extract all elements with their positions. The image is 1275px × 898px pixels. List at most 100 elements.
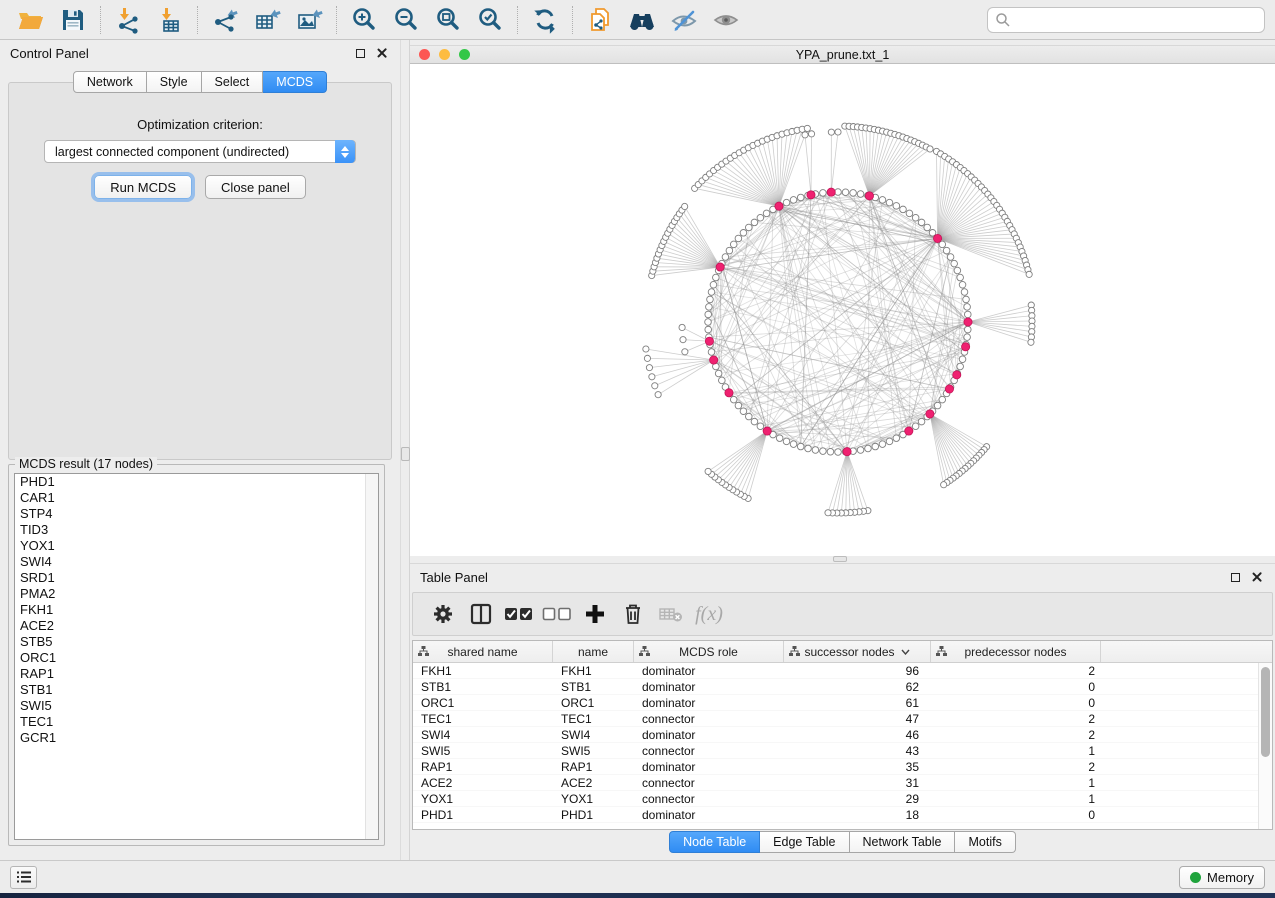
horizontal-splitter[interactable] (410, 556, 1275, 563)
mcds-result-item[interactable]: GCR1 (15, 730, 378, 746)
mcds-list-scrollbar[interactable] (365, 474, 378, 839)
delete-table-button (653, 596, 689, 632)
show-all-button[interactable] (705, 3, 747, 37)
cell-shared-name: SWI4 (413, 728, 553, 742)
mcds-result-item[interactable]: ACE2 (15, 618, 378, 634)
cell-name: SWI4 (553, 728, 634, 742)
table-tab-node-table[interactable]: Node Table (669, 831, 760, 853)
tab-select[interactable]: Select (202, 71, 264, 93)
delete-table-icon (658, 605, 684, 623)
memory-button[interactable]: Memory (1179, 866, 1265, 889)
table-row[interactable]: SWI4SWI4dominator462 (413, 727, 1258, 743)
split-view-button[interactable] (463, 596, 499, 632)
cell-predecessor-nodes: 1 (931, 776, 1101, 790)
new-network-from-selection-button[interactable] (579, 3, 621, 37)
column-header-shared-name[interactable]: shared name (413, 641, 553, 662)
delete-column-button[interactable] (615, 596, 651, 632)
column-header-predecessor-nodes[interactable]: predecessor nodes (931, 641, 1101, 662)
mcds-result-item[interactable]: RAP1 (15, 666, 378, 682)
search-icon (995, 12, 1011, 28)
deselect-all-button[interactable] (539, 596, 575, 632)
import-table-button[interactable] (149, 3, 191, 37)
table-panel-float-button[interactable] (1227, 569, 1243, 585)
zoom-selected-region-button[interactable] (469, 3, 511, 37)
import-network-icon (114, 6, 142, 34)
table-tab-network-table[interactable]: Network Table (850, 831, 956, 853)
table-tab-edge-table[interactable]: Edge Table (760, 831, 849, 853)
table-row[interactable]: FKH1FKH1dominator962 (413, 663, 1258, 679)
optimization-criterion-select[interactable]: largest connected component (undirected) (44, 140, 356, 163)
mcds-result-item[interactable]: TEC1 (15, 714, 378, 730)
zoom-fit-content-button[interactable] (427, 3, 469, 37)
zoom-in-button[interactable] (343, 3, 385, 37)
column-header-name[interactable]: name (553, 641, 634, 662)
cell-MCDS-role: dominator (634, 696, 784, 710)
network-canvas[interactable] (410, 64, 1275, 556)
table-row[interactable]: PHD1PHD1dominator180 (413, 807, 1258, 823)
table-row[interactable]: ACE2ACE2connector311 (413, 775, 1258, 791)
mcds-result-item[interactable]: PHD1 (15, 474, 378, 490)
mcds-result-item[interactable]: FKH1 (15, 602, 378, 618)
table-scrollbar[interactable] (1258, 663, 1272, 829)
mcds-result-item[interactable]: SWI5 (15, 698, 378, 714)
mcds-result-item[interactable]: SWI4 (15, 554, 378, 570)
column-type-icon (789, 646, 800, 657)
cell-shared-name: STB1 (413, 680, 553, 694)
zoom-out-button[interactable] (385, 3, 427, 37)
table-row[interactable]: SWI5SWI5connector431 (413, 743, 1258, 759)
mcds-result-item[interactable]: YOX1 (15, 538, 378, 554)
import-network-button[interactable] (107, 3, 149, 37)
vertical-splitter[interactable] (400, 40, 410, 860)
mcds-result-item[interactable]: TID3 (15, 522, 378, 538)
mcds-result-item[interactable]: PMA2 (15, 586, 378, 602)
tab-network[interactable]: Network (73, 71, 147, 93)
scrollbar-thumb[interactable] (1261, 667, 1270, 757)
export-image-button[interactable] (288, 3, 330, 37)
cell-shared-name: ACE2 (413, 776, 553, 790)
select-all-button[interactable] (501, 596, 537, 632)
control-panel-float-button[interactable] (352, 45, 368, 61)
mcds-result-item[interactable]: STP4 (15, 506, 378, 522)
column-header-successor-nodes[interactable]: successor nodes (784, 641, 931, 662)
column-settings-button[interactable] (425, 596, 461, 632)
mcds-result-item[interactable]: STB1 (15, 682, 378, 698)
network-area: YPA_prune.txt_1 Table Panel (410, 40, 1275, 860)
save-session-button[interactable] (52, 3, 94, 37)
close-panel-button[interactable]: Close panel (205, 175, 306, 199)
table-row[interactable]: STB1STB1dominator620 (413, 679, 1258, 695)
table-row[interactable]: RAP1RAP1dominator352 (413, 759, 1258, 775)
table-panel-close-button[interactable] (1249, 569, 1265, 585)
run-mcds-button[interactable]: Run MCDS (94, 175, 192, 199)
mcds-result-item[interactable]: ORC1 (15, 650, 378, 666)
show-panels-button[interactable] (10, 866, 37, 889)
mcds-result-item[interactable]: CAR1 (15, 490, 378, 506)
cell-shared-name: PHD1 (413, 808, 553, 822)
column-type-icon (639, 646, 650, 657)
export-table-button[interactable] (246, 3, 288, 37)
table-tab-motifs[interactable]: Motifs (955, 831, 1015, 853)
mcds-result-item[interactable]: STB5 (15, 634, 378, 650)
tab-mcds[interactable]: MCDS (263, 71, 327, 93)
mcds-result-list[interactable]: PHD1CAR1STP4TID3YOX1SWI4SRD1PMA2FKH1ACE2… (14, 473, 379, 840)
table-row[interactable]: TEC1TEC1connector472 (413, 711, 1258, 727)
table-row[interactable]: YOX1YOX1connector291 (413, 791, 1258, 807)
export-network-button[interactable] (204, 3, 246, 37)
search-input[interactable] (987, 7, 1265, 33)
zoom-out-icon (392, 6, 420, 34)
table-row[interactable]: ORC1ORC1dominator610 (413, 695, 1258, 711)
cell-name: YOX1 (553, 792, 634, 806)
hide-selected-button[interactable] (663, 3, 705, 37)
network-window-titlebar[interactable]: YPA_prune.txt_1 (410, 45, 1275, 64)
apply-preferred-layout-button[interactable] (524, 3, 566, 37)
open-file-button[interactable] (10, 3, 52, 37)
export-network-icon (211, 6, 239, 34)
mcds-result-item[interactable]: SRD1 (15, 570, 378, 586)
splitter-grip[interactable] (833, 556, 847, 562)
tab-style[interactable]: Style (147, 71, 202, 93)
first-neighbors-button[interactable] (621, 3, 663, 37)
splitter-grip[interactable] (401, 447, 410, 461)
network-graph[interactable] (410, 64, 1275, 556)
add-column-button[interactable] (577, 596, 613, 632)
column-header-MCDS-role[interactable]: MCDS role (634, 641, 784, 662)
control-panel-close-button[interactable] (374, 45, 390, 61)
